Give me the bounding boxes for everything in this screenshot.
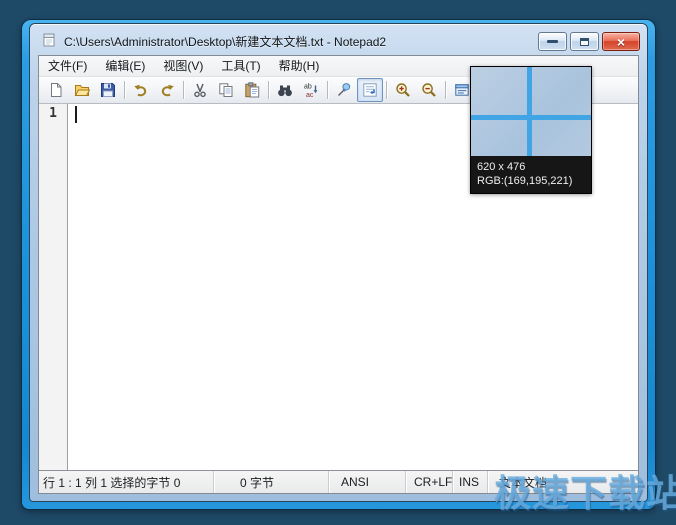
redo-button[interactable]	[154, 78, 180, 102]
copy-button[interactable]	[213, 78, 239, 102]
cut-button[interactable]	[187, 78, 213, 102]
line-number-margin[interactable]: 1	[39, 104, 68, 470]
toolbar-separator	[183, 81, 184, 99]
status-line-ending[interactable]: CR+LF	[406, 471, 453, 493]
replace-icon: ab ac	[304, 84, 318, 98]
zoom-in-icon	[396, 83, 410, 97]
notepad-document-icon	[41, 32, 57, 48]
zoom-out-button[interactable]	[416, 78, 442, 102]
toolbar-separator	[327, 81, 328, 99]
status-byte-count: 0 字节	[214, 471, 329, 493]
open-file-button[interactable]	[69, 78, 95, 102]
status-encoding[interactable]: ANSI	[329, 471, 406, 493]
status-caret-position: 行 1 : 1 列 1 选择的字节 0	[39, 471, 214, 493]
close-button[interactable]: ×	[602, 32, 640, 51]
copy-icon	[219, 83, 233, 97]
screen-magnifier-tooltip: 620 x 476 RGB:(169,195,221)	[470, 66, 592, 194]
restore-button[interactable]	[570, 32, 599, 51]
menu-help[interactable]: 帮助(H)	[270, 56, 329, 76]
toolbar-separator	[386, 81, 387, 99]
menu-file[interactable]: 文件(F)	[39, 56, 96, 76]
always-on-top-button[interactable]	[331, 78, 357, 102]
selection-size-text: 620 x 476	[477, 161, 526, 173]
undo-icon	[134, 84, 147, 97]
cut-scissors-icon	[194, 83, 206, 98]
paste-button[interactable]	[239, 78, 265, 102]
magnifier-preview	[471, 67, 591, 156]
new-file-icon	[51, 83, 62, 97]
redo-icon	[161, 84, 174, 97]
crosshair-horizontal-line	[471, 115, 591, 120]
new-file-button[interactable]	[43, 78, 69, 102]
site-watermark: 极速下载站	[494, 473, 676, 514]
crosshair-vertical-line	[527, 67, 532, 156]
restore-icon	[580, 37, 589, 46]
title-bar[interactable]: C:\Users\Administrator\Desktop\新建文本文档.tx…	[30, 24, 647, 55]
minimize-icon	[547, 40, 558, 43]
zoom-in-button[interactable]	[390, 78, 416, 102]
toolbar-separator	[268, 81, 269, 99]
svg-text:ac: ac	[306, 92, 314, 98]
magnifier-info: 620 x 476 RGB:(169,195,221)	[471, 156, 591, 193]
scheme-config-icon	[455, 84, 469, 96]
pushpin-icon	[338, 83, 351, 96]
line-number: 1	[49, 106, 57, 121]
find-button[interactable]	[272, 78, 298, 102]
paste-clipboard-icon	[245, 82, 260, 98]
find-binoculars-icon	[278, 85, 292, 97]
undo-button[interactable]	[128, 78, 154, 102]
save-icon	[101, 83, 115, 97]
menu-view[interactable]: 视图(V)	[154, 56, 212, 76]
status-insert-mode[interactable]: INS	[453, 471, 488, 493]
save-file-button[interactable]	[95, 78, 121, 102]
toolbar-separator	[124, 81, 125, 99]
desktop: { "window": { "title": "C:\\Users\\Admin…	[0, 0, 676, 525]
zoom-out-icon	[422, 83, 436, 97]
word-wrap-icon	[363, 83, 377, 97]
window-title: C:\Users\Administrator\Desktop\新建文本文档.tx…	[64, 35, 387, 49]
svg-text:ab: ab	[304, 84, 312, 91]
open-folder-icon	[74, 85, 90, 96]
word-wrap-button[interactable]	[357, 78, 383, 102]
menu-edit[interactable]: 编辑(E)	[96, 56, 154, 76]
replace-button[interactable]: ab ac	[298, 78, 324, 102]
toolbar-separator	[445, 81, 446, 99]
minimize-button[interactable]	[538, 32, 567, 51]
menu-tools[interactable]: 工具(T)	[212, 56, 269, 76]
window-controls: ×	[538, 32, 640, 51]
pixel-rgb-text: RGB:(169,195,221)	[477, 175, 573, 187]
text-caret	[75, 106, 77, 123]
close-icon: ×	[616, 33, 626, 50]
